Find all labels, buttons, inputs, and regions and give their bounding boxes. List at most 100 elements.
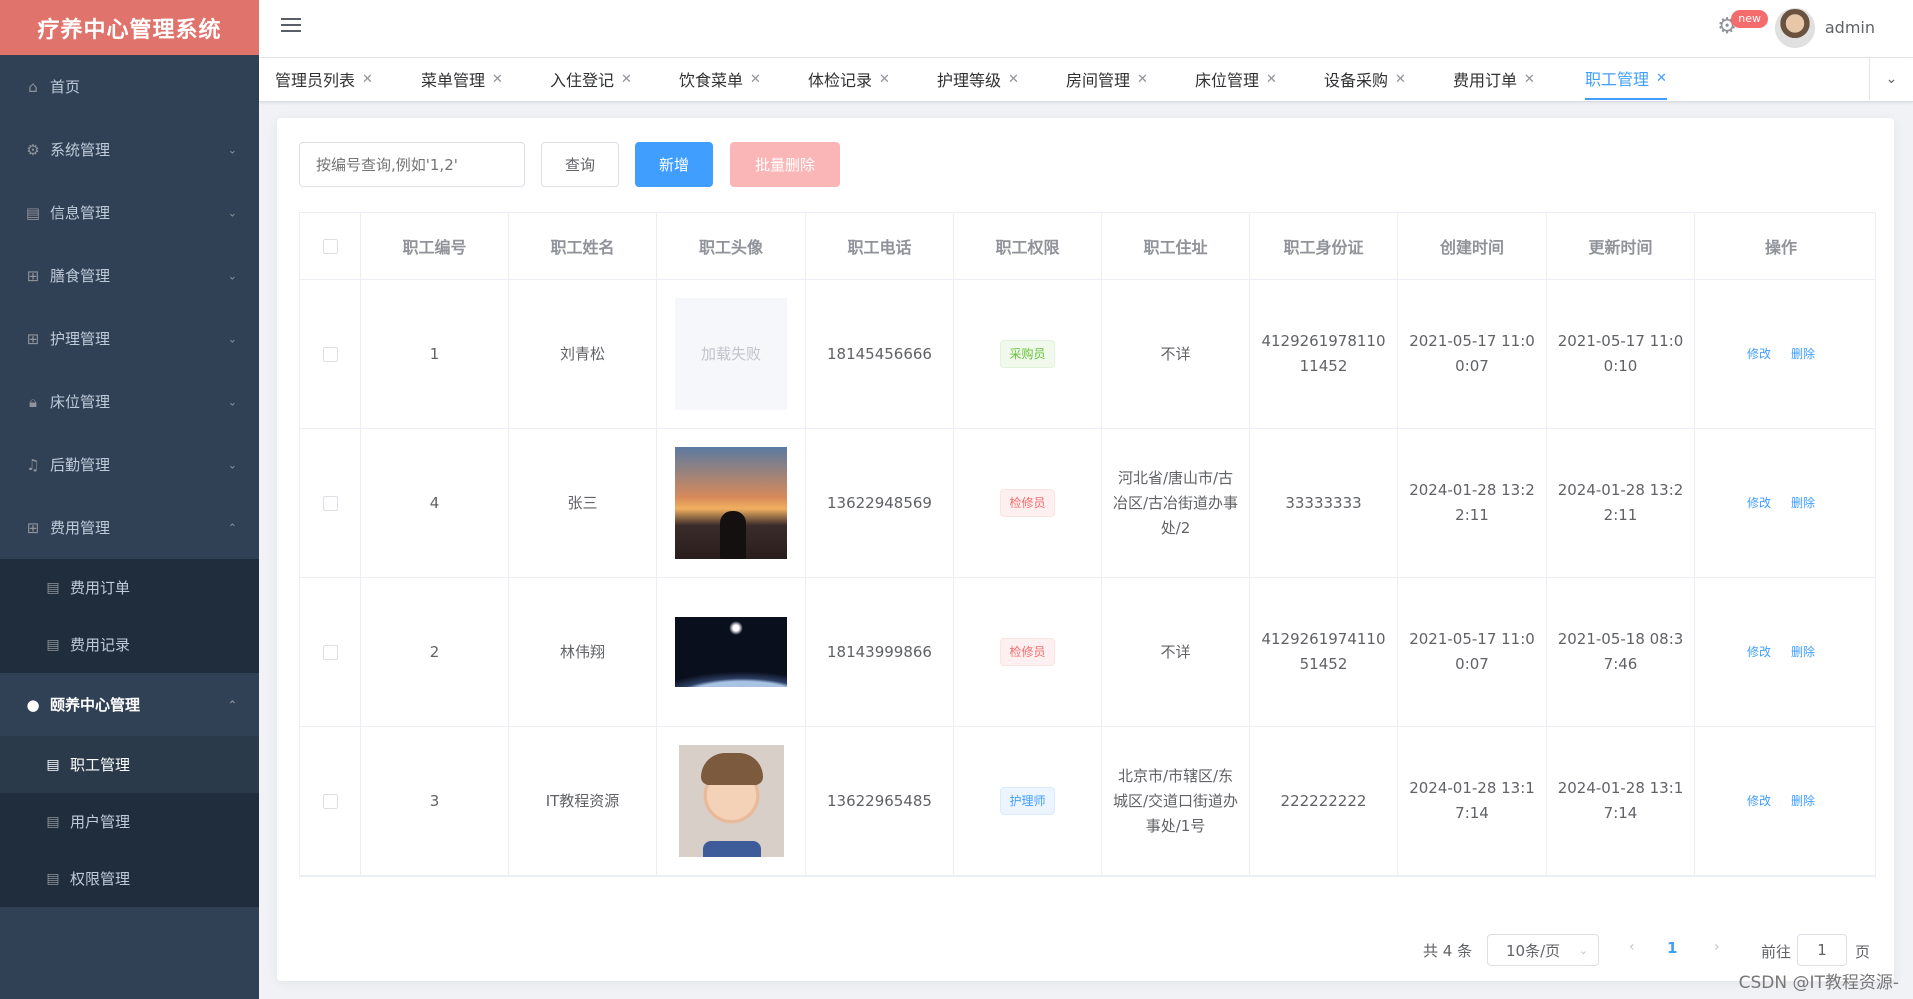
tab-checkup[interactable]: 体检记录 ✕ [808, 58, 890, 100]
cell-phone: 18143999866 [806, 578, 954, 726]
close-icon[interactable]: ✕ [1266, 72, 1277, 87]
chevron-up-icon: ⌃ [227, 698, 237, 711]
sidebar-item-home[interactable]: ⌂ 首页 [0, 55, 259, 118]
sidebar-subitem-fee-order[interactable]: ▤ 费用订单 [0, 559, 259, 616]
close-icon[interactable]: ✕ [1137, 72, 1148, 87]
tab-label: 职工管理 [1585, 70, 1650, 89]
tab-menu[interactable]: 菜单管理 ✕ [421, 58, 503, 100]
tab-admin-list[interactable]: 管理员列表 ✕ [275, 58, 373, 100]
sidebar-item-fee[interactable]: ⊞ 费用管理 ⌃ [0, 496, 259, 559]
sidebar-subitem-staff[interactable]: ▤ 职工管理 [0, 736, 259, 793]
prev-page-icon[interactable]: ‹ [1629, 939, 1635, 955]
delete-link[interactable]: 删除 [1791, 640, 1815, 665]
cell-actions: 修改 删除 [1695, 578, 1867, 726]
select-all-cell [300, 213, 361, 279]
column-header: 职工住址 [1102, 213, 1250, 279]
search-input[interactable] [299, 142, 525, 187]
edit-link[interactable]: 修改 [1747, 491, 1771, 516]
username[interactable]: admin [1825, 18, 1875, 37]
column-header: 职工权限 [954, 213, 1102, 279]
close-icon[interactable]: ✕ [1008, 72, 1019, 87]
top-header: ⚙ new admin [259, 0, 1913, 58]
sidebar-item-diet[interactable]: ⊞ 膳食管理 ⌄ [0, 244, 259, 307]
table-row: 1 刘青松 加载失败 18145456666 采购员 不详 4129261978… [300, 280, 1875, 429]
delete-link[interactable]: 删除 [1791, 342, 1815, 367]
select-all-checkbox[interactable] [322, 238, 338, 254]
delete-link[interactable]: 删除 [1791, 491, 1815, 516]
query-button[interactable]: 查询 [541, 142, 619, 187]
cell-id: 1 [361, 280, 509, 428]
sidebar-item-care-center[interactable]: ● 颐养中心管理 ⌃ [0, 673, 259, 736]
cell-name: 林伟翔 [509, 578, 657, 726]
tab-equipment[interactable]: 设备采购 ✕ [1324, 58, 1406, 100]
page-size-select[interactable]: 10条/页 ⌄ [1487, 934, 1599, 966]
chevron-down-icon[interactable]: ⌄ [1869, 58, 1913, 100]
goto-page-input[interactable]: 1 [1797, 934, 1847, 966]
cell-role: 采购员 [954, 280, 1102, 428]
tab-diet-menu[interactable]: 饮食菜单 ✕ [679, 58, 761, 100]
tab-checkin[interactable]: 入住登记 ✕ [550, 58, 632, 100]
sidebar-subitem-fee-record[interactable]: ▤ 费用记录 [0, 616, 259, 673]
close-icon[interactable]: ✕ [750, 72, 761, 87]
close-icon[interactable]: ✕ [1524, 72, 1535, 87]
avatar-image[interactable] [675, 617, 787, 687]
cell-name: 张三 [509, 429, 657, 577]
hamburger-icon[interactable] [281, 18, 301, 36]
sidebar-subitem-permissions[interactable]: ▤ 权限管理 [0, 850, 259, 907]
row-checkbox[interactable] [322, 346, 338, 362]
cell-idcard: 222222222 [1250, 727, 1398, 875]
row-select-cell [300, 429, 361, 577]
sidebar-item-label: 颐养中心管理 [50, 696, 141, 714]
sidebar: 疗养中心管理系统 ⌂ 首页 ⚙ 系统管理 ⌄ ▤ 信息管理 ⌄ ⊞ 膳食管理 ⌄… [0, 0, 259, 999]
close-icon[interactable]: ✕ [1395, 72, 1406, 87]
document-icon: ▤ [46, 756, 60, 773]
tab-label: 设备采购 [1324, 71, 1389, 90]
cell-phone: 13622965485 [806, 727, 954, 875]
cell-address: 河北省/唐山市/古冶区/古冶街道办事处/2 [1102, 429, 1250, 577]
page-number[interactable]: 1 [1667, 939, 1677, 957]
close-icon[interactable]: ✕ [492, 72, 503, 87]
delete-link[interactable]: 删除 [1791, 789, 1815, 814]
column-header: 职工编号 [361, 213, 509, 279]
tab-fee-orders[interactable]: 费用订单 ✕ [1453, 58, 1535, 100]
column-header: 创建时间 [1398, 213, 1547, 279]
next-page-icon[interactable]: › [1714, 939, 1720, 955]
cell-role: 检修员 [954, 429, 1102, 577]
sidebar-subitem-users[interactable]: ▤ 用户管理 [0, 793, 259, 850]
sidebar-item-logistics[interactable]: ♫ 后勤管理 ⌄ [0, 433, 259, 496]
avatar-image[interactable] [675, 447, 787, 559]
avatar[interactable] [1775, 8, 1815, 48]
sidebar-subitem-label: 用户管理 [70, 813, 131, 831]
row-select-cell [300, 280, 361, 428]
row-checkbox[interactable] [322, 644, 338, 660]
add-button[interactable]: 新增 [635, 142, 713, 187]
avatar-image[interactable] [678, 745, 784, 857]
close-icon[interactable]: ✕ [879, 72, 890, 87]
batch-delete-button[interactable]: 批量删除 [730, 142, 840, 187]
tab-nursing-level[interactable]: 护理等级 ✕ [937, 58, 1019, 100]
app-logo-title: 疗养中心管理系统 [0, 0, 259, 55]
sidebar-item-bed[interactable]: 🔒︎ 床位管理 ⌄ [0, 370, 259, 433]
tab-rooms[interactable]: 房间管理 ✕ [1066, 58, 1148, 100]
close-icon[interactable]: ✕ [621, 72, 632, 87]
close-icon[interactable]: ✕ [1656, 71, 1667, 86]
tab-beds[interactable]: 床位管理 ✕ [1195, 58, 1277, 100]
row-checkbox[interactable] [322, 495, 338, 511]
edit-link[interactable]: 修改 [1747, 789, 1771, 814]
cell-updated: 2024-01-28 13:17:14 [1547, 727, 1695, 875]
row-checkbox[interactable] [322, 793, 338, 809]
close-icon[interactable]: ✕ [362, 72, 373, 87]
document-icon: ▤ [46, 870, 60, 887]
settings-notification[interactable]: ⚙ new [1717, 10, 1769, 39]
row-select-cell [300, 727, 361, 875]
role-tag: 护理师 [1000, 787, 1055, 815]
cell-address: 北京市/市辖区/东城区/交道口街道办事处/1号 [1102, 727, 1250, 875]
cell-updated: 2021-05-18 08:37:46 [1547, 578, 1695, 726]
edit-link[interactable]: 修改 [1747, 640, 1771, 665]
sidebar-item-system[interactable]: ⚙ 系统管理 ⌄ [0, 118, 259, 181]
sidebar-item-info[interactable]: ▤ 信息管理 ⌄ [0, 181, 259, 244]
tab-staff[interactable]: 职工管理 ✕ [1585, 58, 1667, 100]
edit-link[interactable]: 修改 [1747, 342, 1771, 367]
sidebar-item-nursing[interactable]: ⊞ 护理管理 ⌄ [0, 307, 259, 370]
goto-label: 前往 [1761, 943, 1792, 961]
